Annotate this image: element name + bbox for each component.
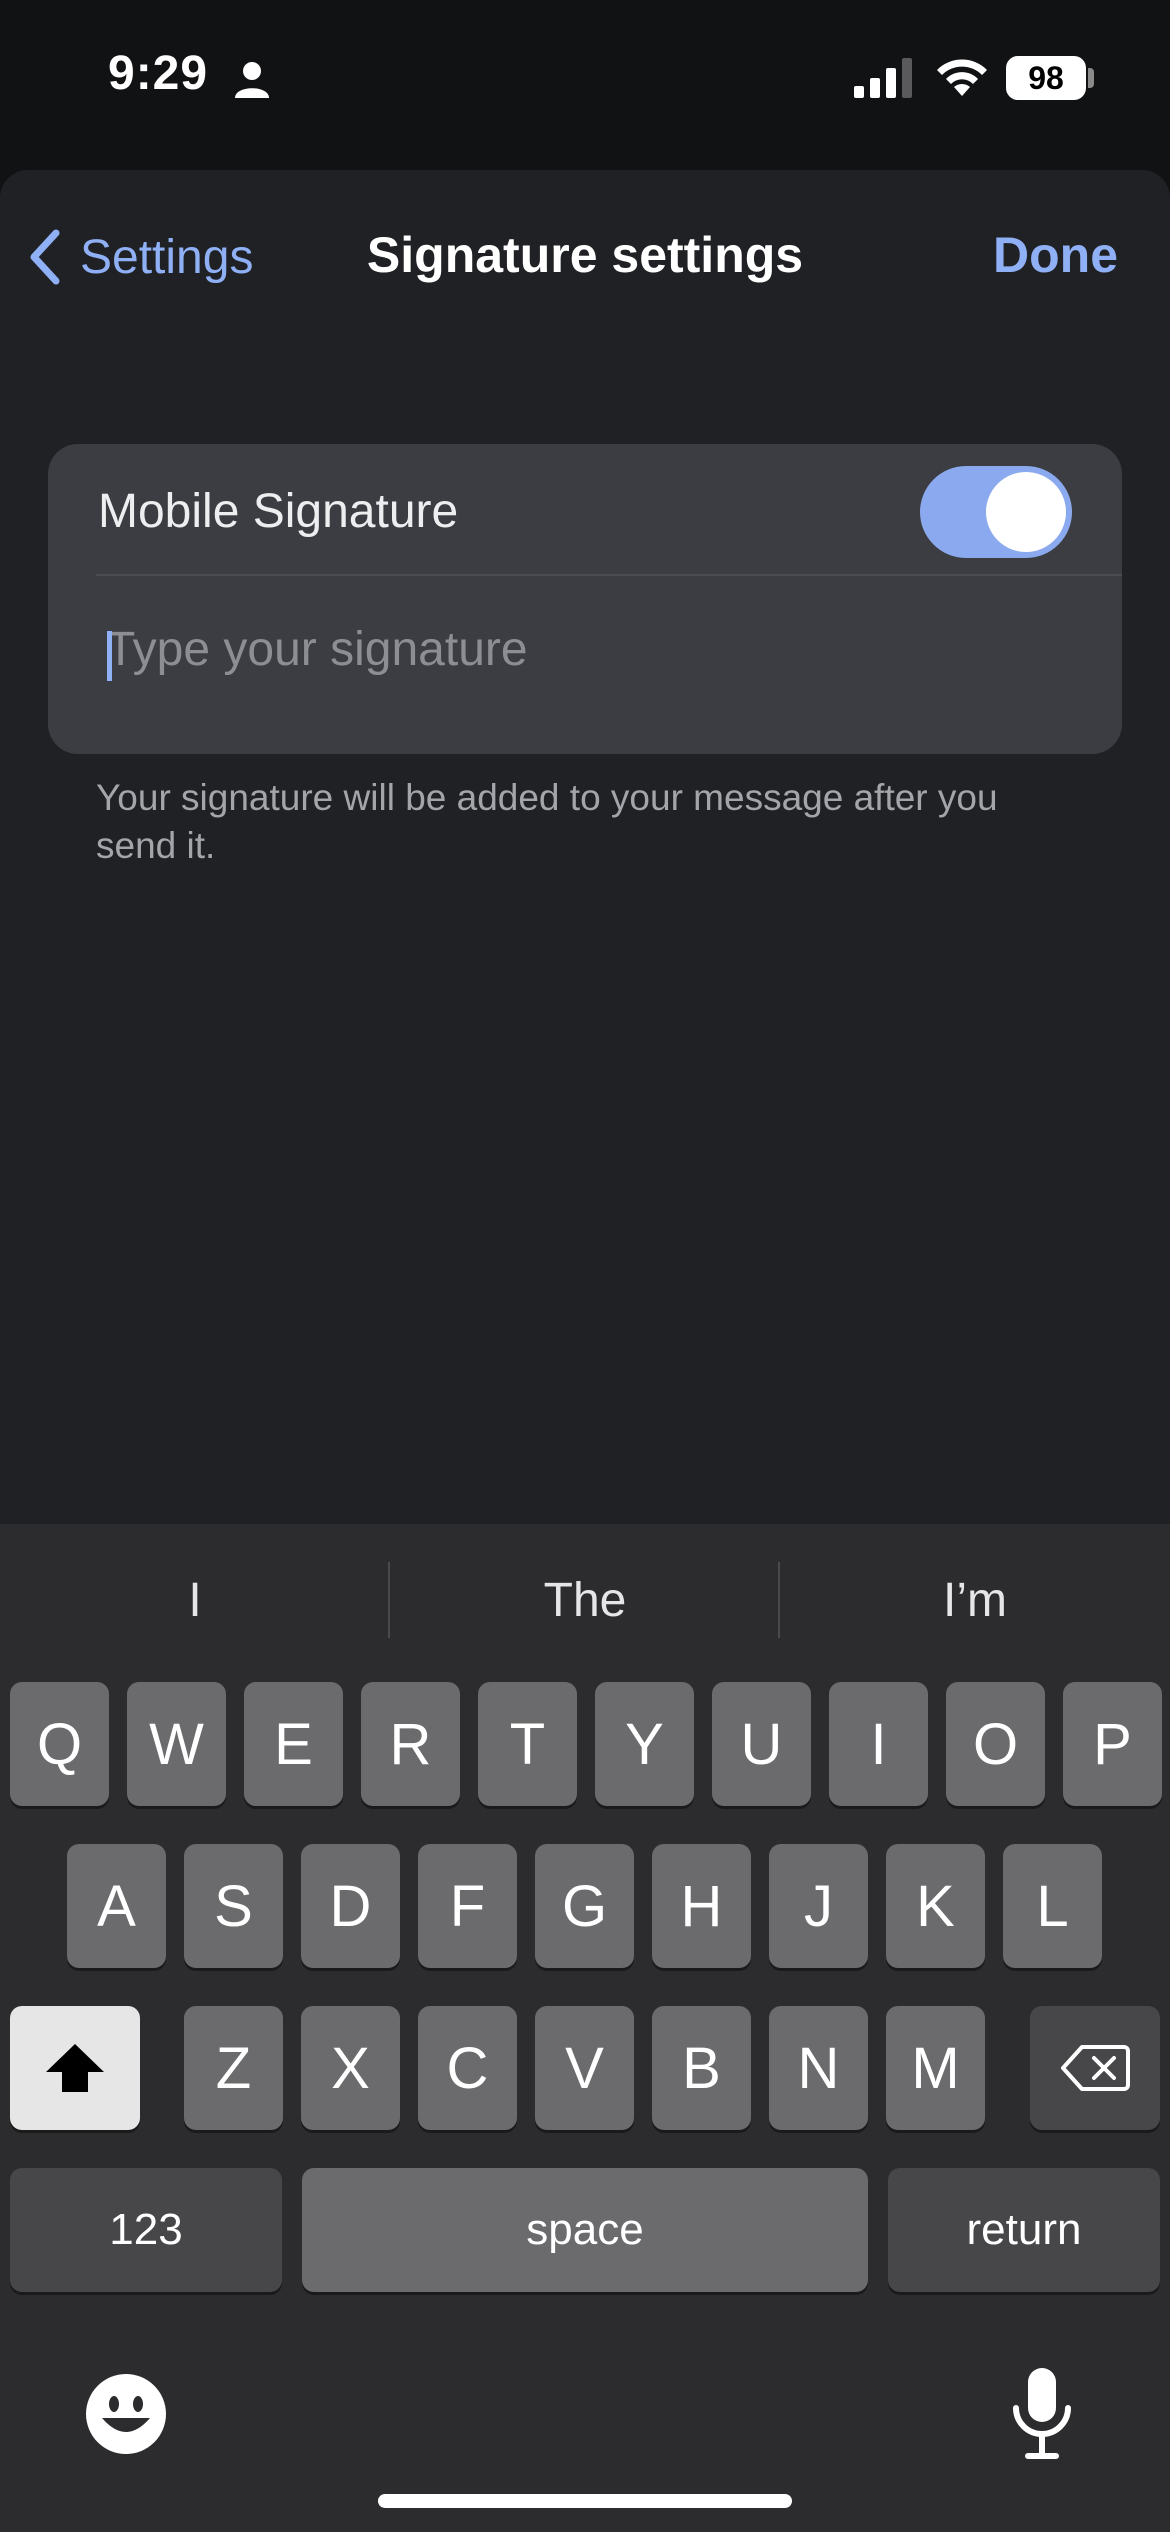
key-d[interactable]: D: [301, 1844, 400, 1968]
key-j[interactable]: J: [769, 1844, 868, 1968]
signal-icon: [854, 58, 912, 98]
key-s[interactable]: S: [184, 1844, 283, 1968]
key-h[interactable]: H: [652, 1844, 751, 1968]
key-c[interactable]: C: [418, 2006, 517, 2130]
key-q[interactable]: Q: [10, 1682, 109, 1806]
delete-key[interactable]: [1030, 2006, 1160, 2130]
status-bar: 9:29 98: [0, 0, 1170, 160]
divider: [96, 574, 1122, 576]
key-n[interactable]: N: [769, 2006, 868, 2130]
battery-nub: [1088, 68, 1094, 88]
key-y[interactable]: Y: [595, 1682, 694, 1806]
return-key[interactable]: return: [888, 2168, 1160, 2292]
person-icon: [235, 62, 269, 98]
key-i[interactable]: I: [829, 1682, 928, 1806]
signature-card: Mobile Signature: [48, 444, 1122, 754]
key-p[interactable]: P: [1063, 1682, 1162, 1806]
key-l[interactable]: L: [1003, 1844, 1102, 1968]
key-e[interactable]: E: [244, 1682, 343, 1806]
key-w[interactable]: W: [127, 1682, 226, 1806]
key-a[interactable]: A: [67, 1844, 166, 1968]
key-t[interactable]: T: [478, 1682, 577, 1806]
wifi-icon: [937, 59, 987, 96]
shift-key[interactable]: [10, 2006, 140, 2130]
key-o[interactable]: O: [946, 1682, 1045, 1806]
text-cursor: [107, 631, 112, 681]
microphone-icon[interactable]: [1010, 2366, 1074, 2460]
key-x[interactable]: X: [301, 2006, 400, 2130]
suggestion-2[interactable]: The: [390, 1524, 780, 1676]
home-indicator: [378, 2494, 792, 2508]
shift-icon: [46, 2044, 104, 2092]
done-button[interactable]: Done: [993, 226, 1118, 284]
mobile-signature-label: Mobile Signature: [98, 485, 459, 538]
key-b[interactable]: B: [652, 2006, 751, 2130]
key-z[interactable]: Z: [184, 2006, 283, 2130]
key-v[interactable]: V: [535, 2006, 634, 2130]
key-r[interactable]: R: [361, 1682, 460, 1806]
suggestion-1[interactable]: I: [0, 1524, 390, 1676]
toggle-knob: [986, 472, 1066, 552]
backspace-icon: [1061, 2045, 1130, 2091]
numbers-key[interactable]: 123: [10, 2168, 282, 2292]
key-g[interactable]: G: [535, 1844, 634, 1968]
helper-text: Your signature will be added to your mes…: [96, 777, 998, 866]
battery-icon: 98: [1006, 56, 1086, 100]
suggestion-3[interactable]: I’m: [780, 1524, 1170, 1676]
mobile-signature-toggle[interactable]: [920, 466, 1072, 558]
key-u[interactable]: U: [712, 1682, 811, 1806]
status-time: 9:29: [108, 47, 209, 100]
key-m[interactable]: M: [886, 2006, 985, 2130]
key-k[interactable]: K: [886, 1844, 985, 1968]
key-f[interactable]: F: [418, 1844, 517, 1968]
emoji-icon[interactable]: [84, 2372, 168, 2456]
space-key[interactable]: space: [302, 2168, 868, 2292]
signature-input[interactable]: [96, 604, 1086, 694]
